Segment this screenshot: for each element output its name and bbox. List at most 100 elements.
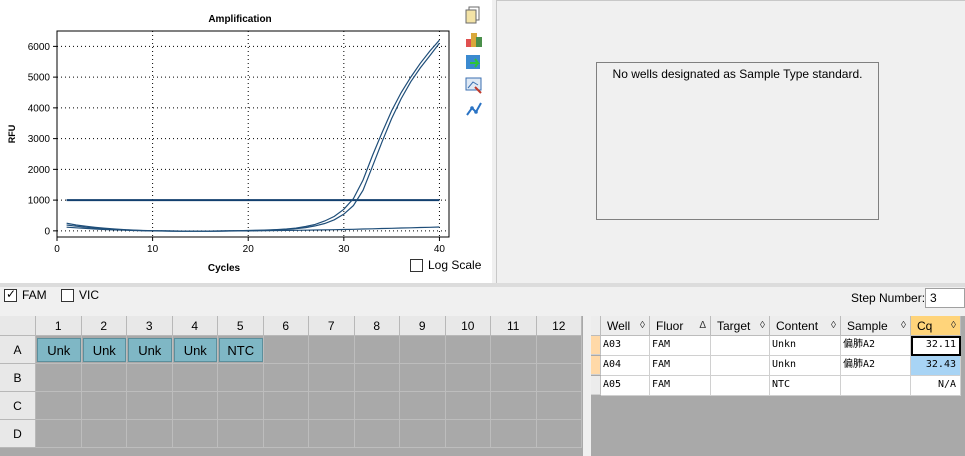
- plate-row-header[interactable]: A: [0, 336, 36, 364]
- column-header-well[interactable]: Well ◊: [601, 316, 650, 336]
- plate-well-empty[interactable]: [354, 392, 400, 420]
- column-header-sample[interactable]: Sample ◊: [841, 316, 911, 336]
- plate-well-empty[interactable]: [81, 364, 127, 392]
- table-cell-well[interactable]: A03: [601, 336, 650, 356]
- plate-well-empty[interactable]: [263, 336, 309, 364]
- plate-column-header[interactable]: 6: [263, 316, 309, 336]
- plate-well-empty[interactable]: [491, 336, 537, 364]
- column-header-fluor[interactable]: Fluor Δ: [650, 316, 711, 336]
- column-header-content[interactable]: Content ◊: [770, 316, 841, 336]
- plate-well-empty[interactable]: [491, 392, 537, 420]
- plate-well-empty[interactable]: [309, 364, 355, 392]
- export-icon[interactable]: [462, 51, 486, 73]
- fluor-fam-checkbox[interactable]: FAM: [4, 287, 47, 302]
- plate-column-header[interactable]: 4: [172, 316, 218, 336]
- plate-well[interactable]: Unk: [173, 338, 217, 362]
- fluor-vic-checkbox[interactable]: VIC: [61, 288, 99, 302]
- step-number-select[interactable]: 3: [925, 288, 965, 308]
- plate-row-header[interactable]: D: [0, 420, 36, 448]
- plate-well-empty[interactable]: [218, 364, 264, 392]
- plate-well-empty[interactable]: [491, 420, 537, 448]
- sort-icon[interactable]: ◊: [640, 316, 645, 336]
- plate-well-empty[interactable]: [36, 392, 82, 420]
- plate-well-empty[interactable]: [354, 364, 400, 392]
- plate-well-empty[interactable]: [354, 336, 400, 364]
- fam-box[interactable]: [4, 287, 17, 302]
- plate-column-header[interactable]: 10: [445, 316, 491, 336]
- vic-box[interactable]: [61, 288, 74, 302]
- row-selector[interactable]: [591, 376, 601, 395]
- table-cell-well[interactable]: A05: [601, 376, 650, 396]
- log-scale-box[interactable]: [410, 258, 423, 272]
- row-selector[interactable]: [591, 356, 601, 375]
- table-cell-cq[interactable]: N/A: [911, 376, 961, 396]
- plate-well[interactable]: Unk: [128, 338, 172, 362]
- plate-well-empty[interactable]: [445, 336, 491, 364]
- sort-icon[interactable]: Δ: [699, 316, 706, 336]
- table-cell-fluor[interactable]: FAM: [650, 336, 711, 356]
- table-cell-cq[interactable]: 32.11: [911, 336, 961, 356]
- plate-well-empty[interactable]: [309, 392, 355, 420]
- plate-well-empty[interactable]: [172, 364, 218, 392]
- plate-row-header[interactable]: C: [0, 392, 36, 420]
- row-selector[interactable]: [591, 336, 601, 355]
- plate-well-empty[interactable]: [263, 420, 309, 448]
- table-cell-fluor[interactable]: FAM: [650, 356, 711, 376]
- plate-well[interactable]: Unk: [82, 338, 126, 362]
- zoom-chart-icon[interactable]: [462, 74, 486, 96]
- table-cell-cq[interactable]: 32.43: [911, 356, 961, 376]
- plate-well-empty[interactable]: [127, 392, 173, 420]
- table-cell-fluor[interactable]: FAM: [650, 376, 711, 396]
- plate-column-header[interactable]: 9: [400, 316, 446, 336]
- plate-well-empty[interactable]: [36, 420, 82, 448]
- plate-well-empty[interactable]: [263, 364, 309, 392]
- plate-well-empty[interactable]: [81, 420, 127, 448]
- sort-icon[interactable]: ◊: [831, 316, 836, 336]
- trend-icon[interactable]: [462, 98, 486, 120]
- table-cell-content[interactable]: Unkn: [770, 356, 841, 376]
- table-cell-target[interactable]: [711, 376, 770, 396]
- sort-icon[interactable]: ◊: [951, 316, 956, 336]
- plate-column-header[interactable]: 3: [127, 316, 173, 336]
- plate-well-empty[interactable]: [127, 420, 173, 448]
- plate-well-empty[interactable]: [36, 364, 82, 392]
- plate-column-header[interactable]: 8: [354, 316, 400, 336]
- plate-well-empty[interactable]: [400, 364, 446, 392]
- plate-well-empty[interactable]: [445, 392, 491, 420]
- plate-column-header[interactable]: 12: [536, 316, 582, 336]
- plate-well-empty[interactable]: [172, 392, 218, 420]
- plate-well-empty[interactable]: [536, 392, 582, 420]
- plate-column-header[interactable]: 1: [36, 316, 82, 336]
- plate-well-empty[interactable]: [354, 420, 400, 448]
- plate-column-header[interactable]: 11: [491, 316, 537, 336]
- plate-well-empty[interactable]: [445, 364, 491, 392]
- plate-well-empty[interactable]: [400, 336, 446, 364]
- table-cell-sample[interactable]: 偏肺A2: [841, 336, 911, 356]
- plate-column-header[interactable]: 2: [81, 316, 127, 336]
- plate-well-empty[interactable]: [263, 392, 309, 420]
- plate-well-empty[interactable]: [536, 364, 582, 392]
- plate-well[interactable]: NTC: [219, 338, 263, 362]
- plate-well-empty[interactable]: [309, 420, 355, 448]
- plate-well-empty[interactable]: [309, 336, 355, 364]
- table-cell-content[interactable]: NTC: [770, 376, 841, 396]
- table-cell-sample[interactable]: [841, 376, 911, 396]
- table-cell-well[interactable]: A04: [601, 356, 650, 376]
- plate-column-header[interactable]: 7: [309, 316, 355, 336]
- table-cell-sample[interactable]: 偏肺A2: [841, 356, 911, 376]
- plate-row-header[interactable]: B: [0, 364, 36, 392]
- plate-well-empty[interactable]: [218, 420, 264, 448]
- plate-well-empty[interactable]: [218, 392, 264, 420]
- plate-well-empty[interactable]: [172, 420, 218, 448]
- column-header-target[interactable]: Target ◊: [711, 316, 770, 336]
- table-cell-target[interactable]: [711, 336, 770, 356]
- sort-icon[interactable]: ◊: [760, 316, 765, 336]
- table-cell-target[interactable]: [711, 356, 770, 376]
- plate-well-empty[interactable]: [536, 420, 582, 448]
- plate-well-empty[interactable]: [127, 364, 173, 392]
- copy-icon[interactable]: [462, 4, 486, 26]
- plate-well-empty[interactable]: [400, 392, 446, 420]
- plate-well-empty[interactable]: [445, 420, 491, 448]
- plate-corner[interactable]: [0, 316, 36, 336]
- plate-well-empty[interactable]: [536, 336, 582, 364]
